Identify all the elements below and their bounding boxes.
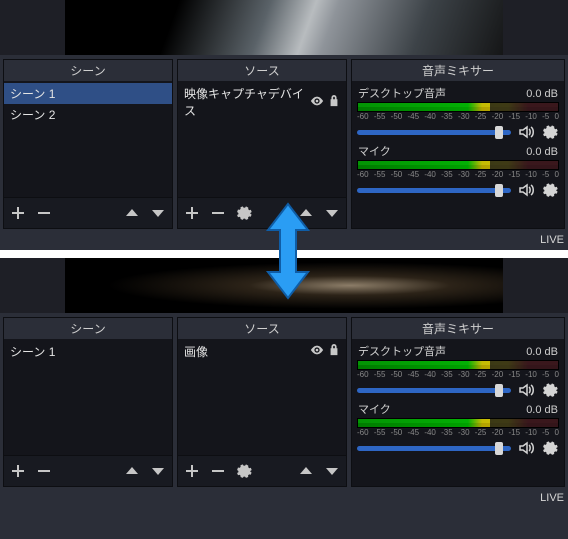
sources-toolbar — [178, 455, 346, 486]
channel-db: 0.0 dB — [526, 404, 558, 416]
source-properties-button[interactable] — [232, 459, 256, 483]
meter-ticks: -60-55-50-45-40-35-30-25-20-15-10-50 — [357, 170, 559, 180]
sources-toolbar — [178, 197, 346, 228]
visibility-icon[interactable] — [310, 343, 324, 360]
remove-scene-button[interactable] — [32, 459, 56, 483]
scene-item-label: シーン 1 — [10, 85, 55, 102]
meter-ticks: -60-55-50-45-40-35-30-25-20-15-10-50 — [357, 112, 559, 122]
add-scene-button[interactable] — [6, 201, 30, 225]
source-item[interactable]: 映像キャプチャデバイス — [178, 83, 346, 121]
mixer-title: 音声ミキサー — [352, 318, 564, 339]
remove-source-button[interactable] — [206, 201, 230, 225]
scenes-list[interactable]: シーン 1 シーン 2 — [4, 81, 172, 197]
mixer-channel: デスクトップ音声 0.0 dB -60-55-50-45-40-35-30-25-… — [357, 343, 559, 399]
vu-meter — [357, 360, 559, 370]
sources-title: ソース — [178, 60, 346, 81]
channel-settings-button[interactable] — [541, 181, 559, 199]
mute-button[interactable] — [517, 181, 535, 199]
scenes-title: シーン — [4, 60, 172, 81]
scene-item-label: シーン 2 — [10, 106, 55, 123]
sources-title: ソース — [178, 318, 346, 339]
remove-source-button[interactable] — [206, 459, 230, 483]
mixer-channel: マイク 0.0 dB -60-55-50-45-40-35-30-25-20-15… — [357, 143, 559, 199]
scenes-toolbar — [4, 197, 172, 228]
vu-meter — [357, 102, 559, 112]
source-properties-button[interactable] — [232, 201, 256, 225]
status-bar: LIVE — [0, 489, 568, 508]
volume-slider[interactable] — [357, 446, 511, 451]
move-source-up-button[interactable] — [294, 201, 318, 225]
scene-item[interactable]: シーン 1 — [4, 341, 172, 362]
move-scene-down-button[interactable] — [146, 201, 170, 225]
meter-ticks: -60-55-50-45-40-35-30-25-20-15-10-50 — [357, 428, 559, 438]
channel-settings-button[interactable] — [541, 439, 559, 457]
channel-name: マイク — [358, 143, 391, 159]
preview-image — [65, 0, 503, 55]
channel-name: マイク — [358, 401, 391, 417]
audio-mixer-panel: 音声ミキサー デスクトップ音声 0.0 dB -60-55-50-45-40-35… — [351, 59, 565, 229]
channel-settings-button[interactable] — [541, 381, 559, 399]
move-source-down-button[interactable] — [320, 201, 344, 225]
channel-name: デスクトップ音声 — [358, 85, 446, 101]
volume-slider[interactable] — [357, 388, 511, 393]
mixer-title: 音声ミキサー — [352, 60, 564, 81]
audio-mixer-panel: 音声ミキサー デスクトップ音声 0.0 dB -60-55-50-45-40-35… — [351, 317, 565, 487]
add-source-button[interactable] — [180, 459, 204, 483]
live-indicator: LIVE — [540, 234, 564, 246]
source-item[interactable]: 画像 — [178, 341, 346, 362]
preview-area — [0, 0, 568, 55]
scenes-title: シーン — [4, 318, 172, 339]
visibility-icon[interactable] — [310, 94, 324, 111]
status-bar: LIVE — [0, 231, 568, 250]
scenes-toolbar — [4, 455, 172, 486]
channel-db: 0.0 dB — [526, 88, 558, 100]
scene-item[interactable]: シーン 1 — [4, 83, 172, 104]
live-indicator: LIVE — [540, 492, 564, 504]
vu-meter — [357, 418, 559, 428]
lock-icon[interactable] — [328, 343, 340, 360]
volume-slider[interactable] — [357, 188, 511, 193]
remove-scene-button[interactable] — [32, 201, 56, 225]
add-scene-button[interactable] — [6, 459, 30, 483]
move-source-up-button[interactable] — [294, 459, 318, 483]
source-item-label: 映像キャプチャデバイス — [184, 85, 310, 119]
channel-name: デスクトップ音声 — [358, 343, 446, 359]
move-source-down-button[interactable] — [320, 459, 344, 483]
scenes-panel: シーン シーン 1 シーン 2 — [3, 59, 173, 229]
add-source-button[interactable] — [180, 201, 204, 225]
scene-item-label: シーン 1 — [10, 343, 55, 360]
mute-button[interactable] — [517, 123, 535, 141]
mixer-channel: マイク 0.0 dB -60-55-50-45-40-35-30-25-20-15… — [357, 401, 559, 457]
volume-slider[interactable] — [357, 130, 511, 135]
mixer-channel: デスクトップ音声 0.0 dB -60-55-50-45-40-35-30-25-… — [357, 85, 559, 141]
move-scene-up-button[interactable] — [120, 201, 144, 225]
sources-list[interactable]: 映像キャプチャデバイス — [178, 81, 346, 197]
mute-button[interactable] — [517, 439, 535, 457]
move-scene-down-button[interactable] — [146, 459, 170, 483]
source-item-label: 画像 — [184, 343, 208, 360]
preview-area — [0, 258, 568, 313]
obs-instance-bottom: シーン シーン 1 ソース 画像 — [0, 258, 568, 508]
scenes-panel: シーン シーン 1 — [3, 317, 173, 487]
channel-db: 0.0 dB — [526, 146, 558, 158]
vu-meter — [357, 160, 559, 170]
move-scene-up-button[interactable] — [120, 459, 144, 483]
sources-list[interactable]: 画像 — [178, 339, 346, 455]
channel-settings-button[interactable] — [541, 123, 559, 141]
sources-panel: ソース 画像 — [177, 317, 347, 487]
lock-icon[interactable] — [328, 94, 340, 111]
scene-item[interactable]: シーン 2 — [4, 104, 172, 125]
section-divider — [0, 250, 568, 258]
mute-button[interactable] — [517, 381, 535, 399]
channel-db: 0.0 dB — [526, 346, 558, 358]
obs-instance-top: シーン シーン 1 シーン 2 ソース 映像キャプチャデ — [0, 0, 568, 250]
sources-panel: ソース 映像キャプチャデバイス — [177, 59, 347, 229]
meter-ticks: -60-55-50-45-40-35-30-25-20-15-10-50 — [357, 370, 559, 380]
preview-image — [65, 258, 503, 313]
scenes-list[interactable]: シーン 1 — [4, 339, 172, 455]
